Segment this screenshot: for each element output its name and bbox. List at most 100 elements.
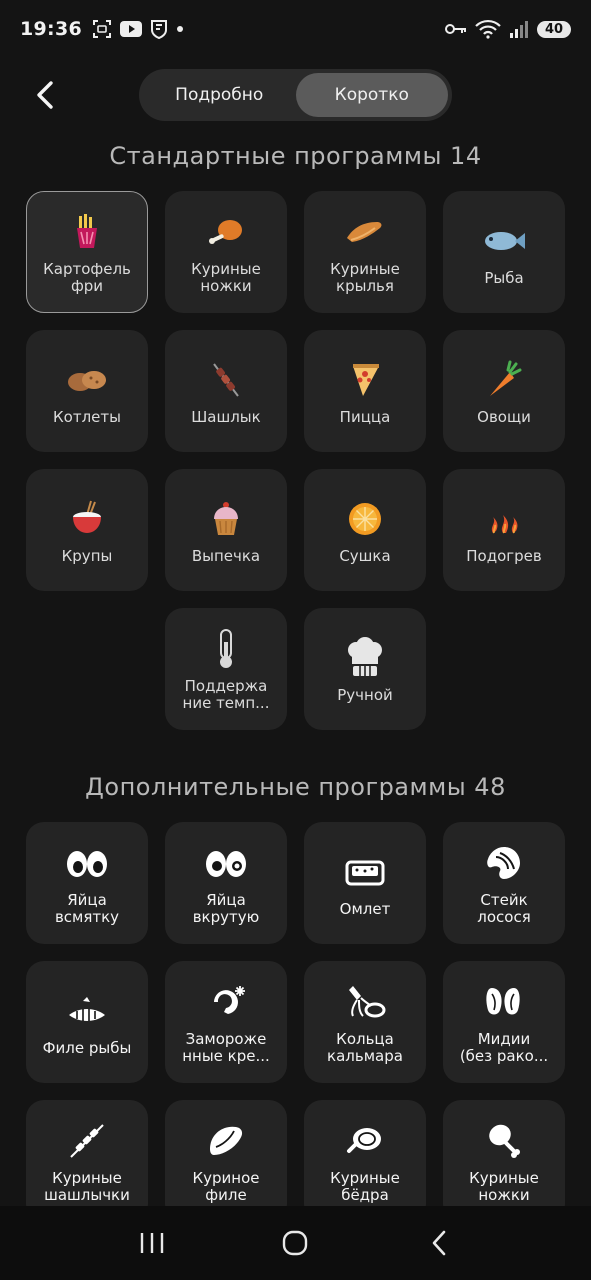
program-tile-fries[interactable]: Картофель фри [26, 191, 148, 313]
skewer-icon [203, 357, 249, 403]
carrot-icon [481, 357, 527, 403]
program-tile-chicken-fillet[interactable]: Куриное филе [165, 1100, 287, 1222]
fish-icon [481, 218, 527, 264]
program-label: Куриные шашлычки [44, 1169, 130, 1204]
program-label: Картофель фри [43, 260, 131, 295]
program-tile-chicken-legs[interactable]: Куриные ножки [165, 191, 287, 313]
hard-eggs-icon [203, 840, 249, 886]
dot-icon [176, 26, 183, 32]
program-tile-fish-fillet[interactable]: Филе рыбы [26, 961, 148, 1083]
chevron-left-icon [37, 81, 53, 109]
program-label: Куриное филе [192, 1169, 260, 1204]
wifi-icon [475, 19, 501, 39]
back-button[interactable] [24, 74, 66, 116]
program-tile-reheat[interactable]: Подогрев [443, 469, 565, 591]
salmon-steak-icon [481, 840, 527, 886]
omelet-dish-icon [342, 849, 388, 895]
program-label: Яйца вкрутую [192, 891, 260, 926]
chicken-leg-icon [203, 209, 249, 255]
program-label: Подогрев [466, 546, 542, 565]
notification-icons [92, 19, 184, 39]
empty-cell [443, 608, 565, 730]
program-tile-chicken-skewers[interactable]: Куриные шашлычки [26, 1100, 148, 1222]
program-label: Омлет [339, 899, 391, 918]
program-label: Заморoже нные кре... [182, 1030, 270, 1065]
program-label: Филе рыбы [42, 1038, 132, 1057]
program-tile-mussels[interactable]: Мидии (без рако... [443, 961, 565, 1083]
program-label: Мидии (без рако... [459, 1030, 549, 1065]
rice-bowl-icon [64, 496, 110, 542]
soft-eggs-icon [64, 840, 110, 886]
program-tile-shashlik[interactable]: Шашлык [165, 330, 287, 452]
program-tile-frozen-shrimp[interactable]: Заморoже нные кре... [165, 961, 287, 1083]
program-tile-omelet[interactable]: Омлет [304, 822, 426, 944]
program-tile-vegetables[interactable]: Овощи [443, 330, 565, 452]
program-tile-soft-eggs[interactable]: Яйца всмятку [26, 822, 148, 944]
standard-programs-grid: Картофель фри Куриные ножки Куриные крыл… [26, 191, 566, 730]
fish-fillet-icon [64, 988, 110, 1034]
program-tile-manual[interactable]: Ручной [304, 608, 426, 730]
program-label: Котлеты [53, 407, 121, 426]
recent-apps-button[interactable] [122, 1213, 182, 1273]
system-status-icons: 40 [445, 19, 571, 39]
tab-detailed[interactable]: Подробно [143, 73, 296, 117]
nav-back-button[interactable] [409, 1213, 469, 1273]
program-label: Рыба [484, 268, 524, 287]
heat-icon [481, 496, 527, 542]
tab-short[interactable]: Коротко [295, 73, 448, 117]
home-button[interactable] [265, 1213, 325, 1273]
program-label: Яйца всмятку [54, 891, 120, 926]
program-tile-drumsticks[interactable]: Куриные ножки [443, 1100, 565, 1222]
home-icon [283, 1230, 308, 1256]
status-time: 19:36 [20, 18, 82, 40]
program-tile-salmon[interactable]: Стейк лосося [443, 822, 565, 944]
system-nav-bar [0, 1206, 591, 1280]
program-label: Сушка [339, 546, 391, 565]
program-tile-squid[interactable]: Кольца кальмара [304, 961, 426, 1083]
recent-apps-icon [140, 1233, 164, 1253]
vpn-key-icon [445, 24, 466, 34]
status-bar: 19:36 40 [0, 0, 591, 58]
frozen-shrimp-icon [203, 979, 249, 1025]
program-label: Пицца [339, 407, 391, 426]
cupcake-icon [203, 496, 249, 542]
program-label: Овощи [477, 407, 531, 426]
extra-programs-title: Дополнительные программы 48 [85, 773, 506, 801]
program-label: Ручной [337, 685, 393, 704]
mussels-icon [481, 979, 527, 1025]
chicken-wing-icon [342, 209, 388, 255]
chicken-fillet-icon [203, 1118, 249, 1164]
back-arrow-icon [432, 1230, 446, 1256]
screenshot-icon [92, 20, 111, 38]
program-label: Куриные ножки [469, 1169, 539, 1204]
youtube-icon [119, 21, 142, 37]
standard-programs-title: Стандартные программы 14 [109, 142, 482, 170]
battery-indicator: 40 [537, 20, 571, 38]
drumstick-icon [481, 1118, 527, 1164]
program-label: Куриные бёдра [330, 1169, 400, 1204]
program-label: Поддержа ние темп... [182, 677, 270, 712]
pizza-icon [342, 357, 388, 403]
chef-hat-icon [342, 635, 388, 681]
orange-slice-icon [342, 496, 388, 542]
program-tile-baking[interactable]: Выпечка [165, 469, 287, 591]
app-screen: 19:36 40 Подробно Коротко Стандартные пр… [0, 0, 591, 1280]
thermometer-icon [203, 626, 249, 672]
program-tile-fish[interactable]: Рыба [443, 191, 565, 313]
program-label: Выпечка [191, 546, 261, 565]
program-tile-chicken-wings[interactable]: Куриные крылья [304, 191, 426, 313]
program-tile-drying[interactable]: Сушка [304, 469, 426, 591]
chicken-skewer-icon [64, 1118, 110, 1164]
program-tile-keep-warm[interactable]: Поддержа ние темп... [165, 608, 287, 730]
program-tile-hard-eggs[interactable]: Яйца вкрутую [165, 822, 287, 944]
program-tile-chicken-thighs[interactable]: Куриные бёдра [304, 1100, 426, 1222]
extra-programs-grid: Яйца всмятку Яйца вкрутую Омлет Стейк ло… [26, 822, 566, 1222]
chicken-thigh-icon [342, 1118, 388, 1164]
program-tile-grains[interactable]: Крупы [26, 469, 148, 591]
program-label: Шашлык [191, 407, 261, 426]
program-tile-pizza[interactable]: Пицца [304, 330, 426, 452]
fries-icon [64, 209, 110, 255]
program-tile-cutlets[interactable]: Котлеты [26, 330, 148, 452]
shield-app-icon [150, 20, 167, 39]
program-label: Куриные ножки [191, 260, 261, 295]
